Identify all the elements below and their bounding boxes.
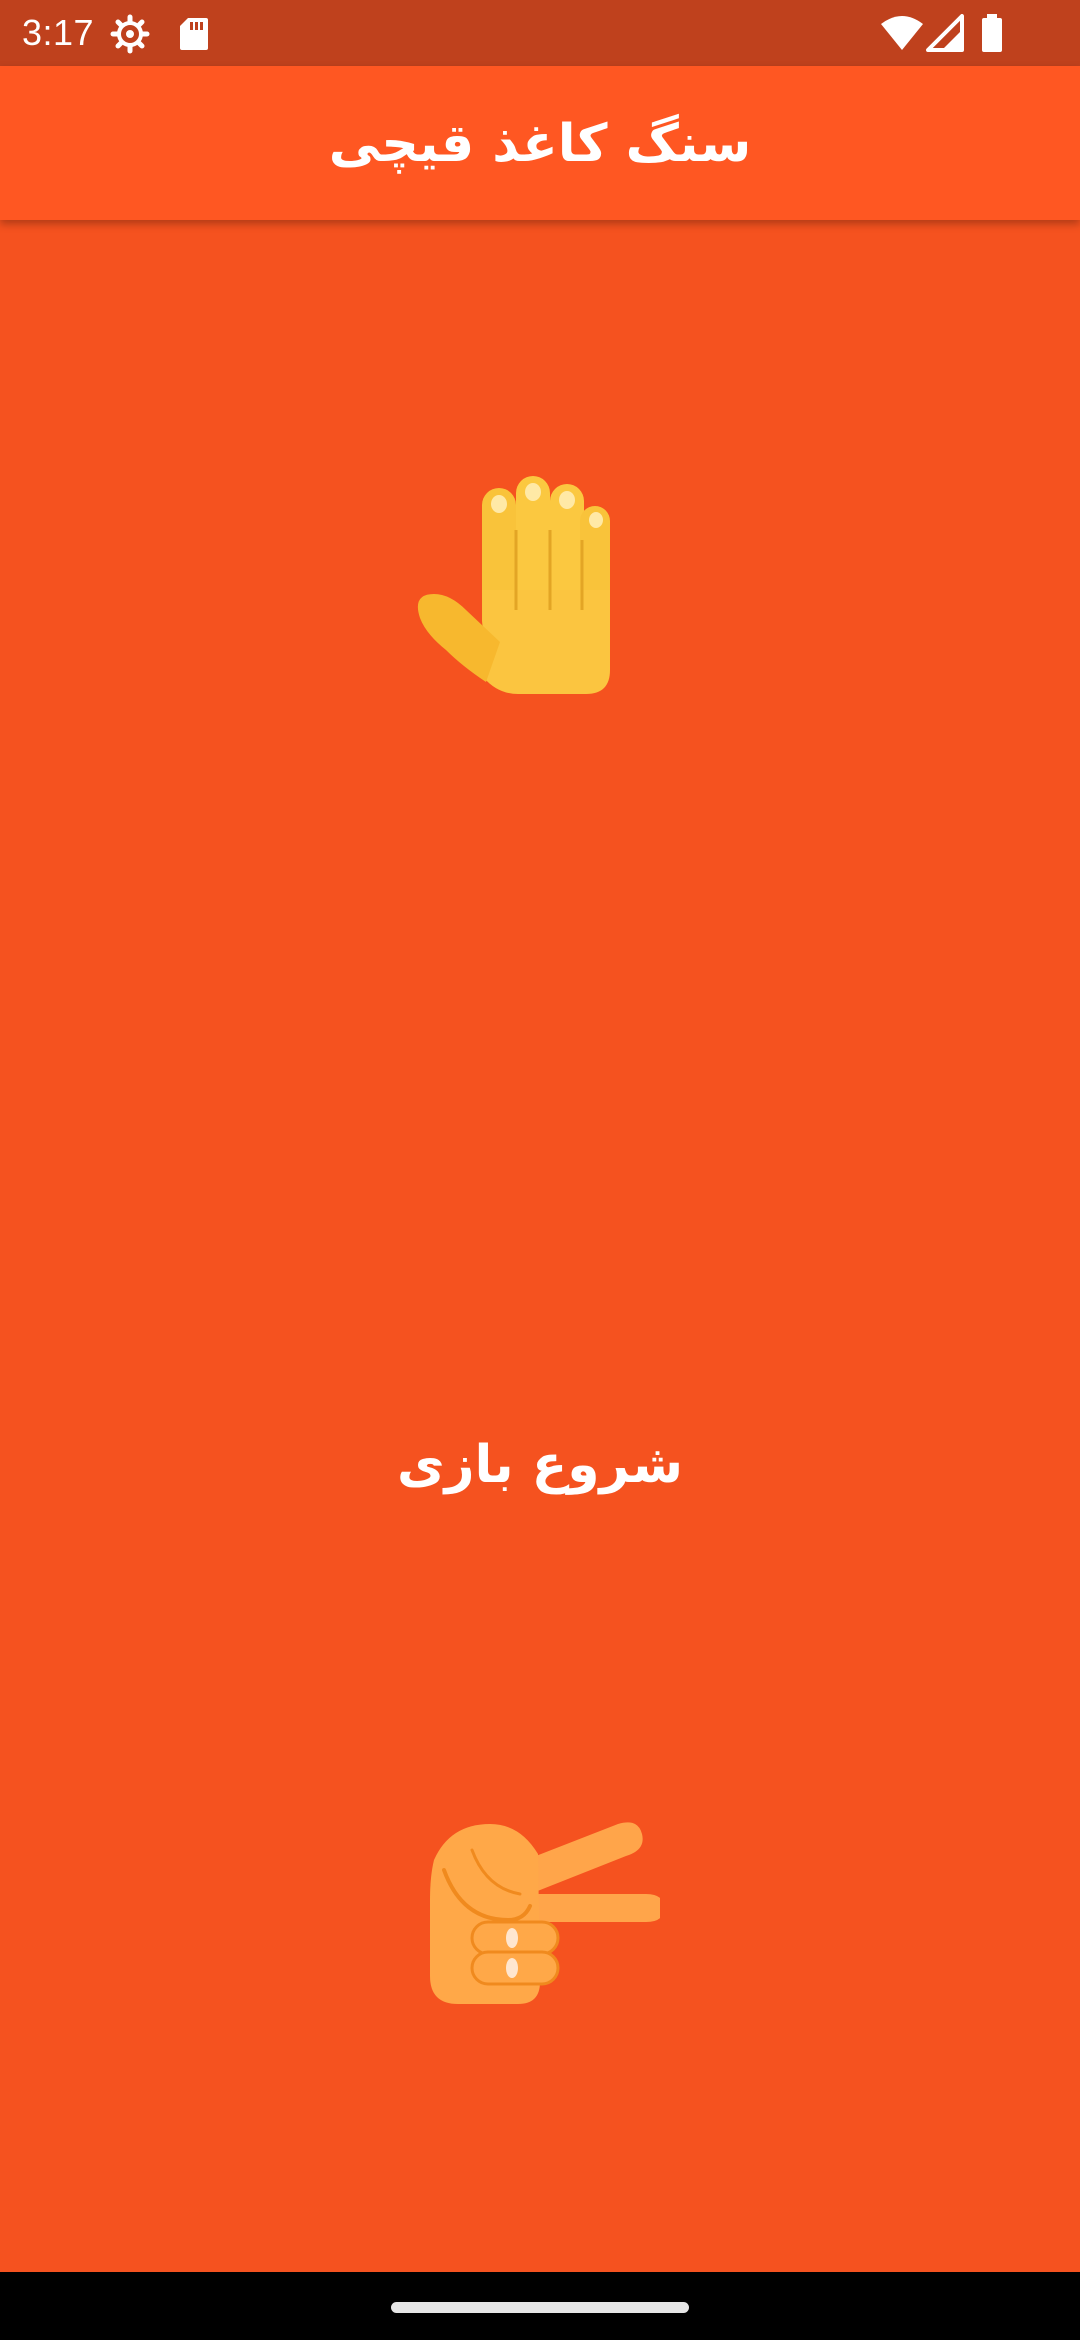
game-area: شروع بازی xyxy=(0,220,1080,2272)
raised-hand-icon[interactable] xyxy=(410,470,620,700)
victory-hand-icon[interactable] xyxy=(420,1810,660,2010)
navigation-bar xyxy=(0,2272,1080,2340)
sd-card-icon xyxy=(180,18,208,50)
app-title: سنگ کاغذ قیچی xyxy=(328,114,752,174)
home-gesture-pill[interactable] xyxy=(391,2302,689,2313)
battery-icon xyxy=(982,14,1002,52)
cell-signal-icon xyxy=(926,14,964,52)
settings-gear-icon xyxy=(110,14,150,54)
screen: 3:17 سنگ کاغذ قیچی شروع بازی xyxy=(0,0,1080,2340)
status-bar: 3:17 xyxy=(0,0,1080,66)
app-bar: سنگ کاغذ قیچی xyxy=(0,66,1080,220)
status-time: 3:17 xyxy=(22,12,95,53)
wifi-icon xyxy=(881,16,923,50)
start-game-button[interactable]: شروع بازی xyxy=(340,1410,740,1520)
